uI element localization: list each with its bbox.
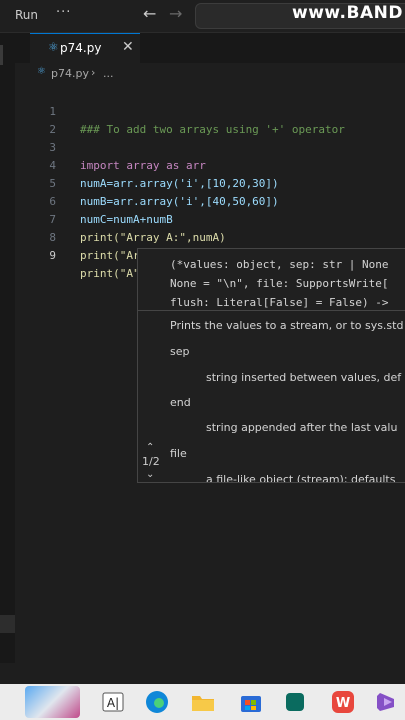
param-description: string appended after the last valu: [206, 421, 398, 434]
line-number: 9: [49, 249, 56, 262]
tab-p74-py[interactable]: ⚛ p74.py ✕: [30, 33, 140, 63]
close-icon[interactable]: ✕: [122, 39, 134, 55]
code-line: 1 ### To add two arrays using '+' operat…: [15, 85, 405, 136]
menu-more-button[interactable]: ···: [56, 5, 71, 20]
code-line: 5 numB=arr.array('i',[40,50,60]): [15, 157, 405, 208]
activity-bar: [0, 33, 15, 663]
editor-tab-bar: ⚛ p74.py ✕: [15, 33, 405, 63]
arrow-left-icon[interactable]: ←: [143, 4, 156, 23]
file-explorer-icon[interactable]: [190, 689, 216, 715]
windows-icon[interactable]: [25, 686, 80, 718]
arrow-right-icon[interactable]: →: [169, 4, 182, 23]
python-icon: ⚛: [37, 66, 46, 77]
code-line: 3 import array as arr: [15, 121, 405, 172]
breadcrumb-symbol[interactable]: ...: [103, 67, 114, 80]
taskbar-app-icon[interactable]: [282, 689, 308, 715]
code-line: 6 numC=numA+numB: [15, 175, 405, 226]
title-bar: Run ··· ← → www.BAND: [0, 0, 405, 33]
code-line: 8 print("Array B: ",numB): [15, 211, 405, 262]
signature-help-popup: (*values: object, sep: str | None None =…: [137, 248, 405, 483]
watermark: www.BAND: [292, 3, 403, 23]
signature-text: (*values: object, sep: str | None None =…: [170, 255, 389, 312]
activity-active-indicator: [0, 45, 3, 65]
store-icon[interactable]: [238, 689, 264, 715]
signature-line: flush: Literal[False] = False) ->: [170, 296, 389, 309]
wps-office-icon[interactable]: W: [330, 689, 356, 715]
menu-run[interactable]: Run: [15, 8, 38, 22]
visual-studio-icon[interactable]: [374, 689, 400, 715]
python-icon: ⚛: [48, 40, 59, 54]
taskbar: A| W: [0, 684, 405, 720]
activity-panel-button[interactable]: [0, 615, 15, 633]
edge-icon[interactable]: [144, 689, 170, 715]
divider: [138, 310, 405, 311]
signature-line: (*values: object, sep: str | None: [170, 258, 389, 271]
breadcrumb-file[interactable]: p74.py: [51, 67, 89, 80]
cursor-app-icon[interactable]: A|: [100, 689, 126, 715]
code-line-active: 9 print("A"): [15, 229, 405, 280]
param-description: a file-like object (stream); defaults: [206, 473, 396, 483]
breadcrumb-separator: ›: [91, 66, 96, 79]
svg-text:A|: A|: [107, 696, 119, 710]
code-line: 7 print("Array A:",numA): [15, 193, 405, 244]
param-description: string inserted between values, def: [206, 371, 402, 384]
tab-label: p74.py: [60, 41, 102, 55]
signature-line: None = "\n", file: SupportsWrite[: [170, 277, 389, 290]
svg-text:W: W: [336, 696, 350, 711]
breadcrumb: ⚛ p74.py › ...: [15, 65, 405, 83]
param-name: end: [170, 396, 191, 409]
code-line: 4 numA=arr.array('i',[10,20,30]): [15, 139, 405, 190]
overload-counter: 1/2: [142, 455, 160, 468]
chevron-up-icon[interactable]: ⌃: [146, 442, 154, 453]
chevron-down-icon[interactable]: ⌄: [146, 469, 154, 480]
doc-summary: Prints the values to a stream, or to sys…: [170, 319, 404, 332]
code-line: 2: [15, 103, 405, 136]
param-name: file: [170, 447, 187, 460]
param-name: sep: [170, 345, 190, 358]
